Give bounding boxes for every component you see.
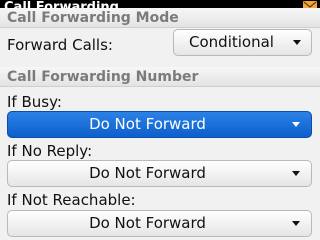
if-not-reachable-value: Do Not Forward xyxy=(89,214,206,232)
chevron-down-icon xyxy=(293,40,301,45)
if-busy-dropdown[interactable]: Do Not Forward xyxy=(7,111,312,138)
section-header-number: Call Forwarding Number xyxy=(0,67,320,87)
if-no-reply-dropdown[interactable]: Do Not Forward xyxy=(7,160,312,187)
if-no-reply-label: If No Reply: xyxy=(7,142,93,160)
forward-calls-label: Forward Calls: xyxy=(7,36,113,54)
settings-screen: Call Forwarding Mode Forward Calls: Cond… xyxy=(0,8,320,240)
if-busy-label: If Busy: xyxy=(7,93,62,111)
if-not-reachable-dropdown[interactable]: Do Not Forward xyxy=(7,210,312,237)
chevron-down-icon xyxy=(292,221,300,226)
forward-calls-dropdown[interactable]: Conditional xyxy=(173,29,312,56)
if-no-reply-value: Do Not Forward xyxy=(89,164,206,182)
if-busy-value: Do Not Forward xyxy=(89,115,206,133)
chevron-down-icon xyxy=(292,122,300,127)
forward-calls-value: Conditional xyxy=(189,33,274,51)
chevron-down-icon xyxy=(292,171,300,176)
section-header-mode: Call Forwarding Mode xyxy=(0,8,320,28)
if-not-reachable-label: If Not Reachable: xyxy=(7,191,136,209)
